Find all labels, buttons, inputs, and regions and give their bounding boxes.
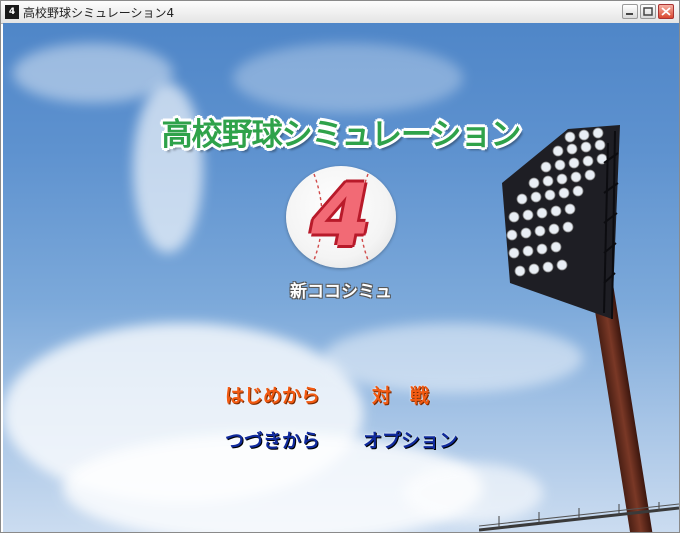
minimize-icon <box>626 13 633 15</box>
cloud <box>233 43 463 113</box>
title-screen: 高校野球シミュレーション 4 新ココシミュ はじめから 対 戦 つづきから オプ… <box>3 23 679 532</box>
game-window: 4 高校野球シミュレーション4 高校野球シミュレーション 4 新ココシミュ はじ… <box>0 0 680 533</box>
game-logo: 高校野球シミュレーション <box>161 117 522 153</box>
fence-icon <box>479 502 679 532</box>
close-icon <box>661 7 671 16</box>
game-subtitle: 新ココシミュ <box>290 282 392 302</box>
title-bar[interactable]: 4 高校野球シミュレーション4 <box>1 1 679 24</box>
options-button[interactable]: オプション <box>363 426 458 453</box>
new-game-button[interactable]: はじめから <box>225 381 320 408</box>
minimize-button[interactable] <box>622 4 638 19</box>
cloud <box>323 323 583 393</box>
maximize-icon <box>643 7 653 16</box>
continue-button[interactable]: つづきから <box>225 426 320 453</box>
versus-button[interactable]: 対 戦 <box>372 381 429 408</box>
edition-number: 4 <box>311 166 371 266</box>
app-icon[interactable]: 4 <box>5 5 19 19</box>
close-button[interactable] <box>658 4 674 19</box>
maximize-button[interactable] <box>640 4 656 19</box>
window-title: 高校野球シミュレーション4 <box>23 6 175 20</box>
cloud <box>13 43 173 103</box>
